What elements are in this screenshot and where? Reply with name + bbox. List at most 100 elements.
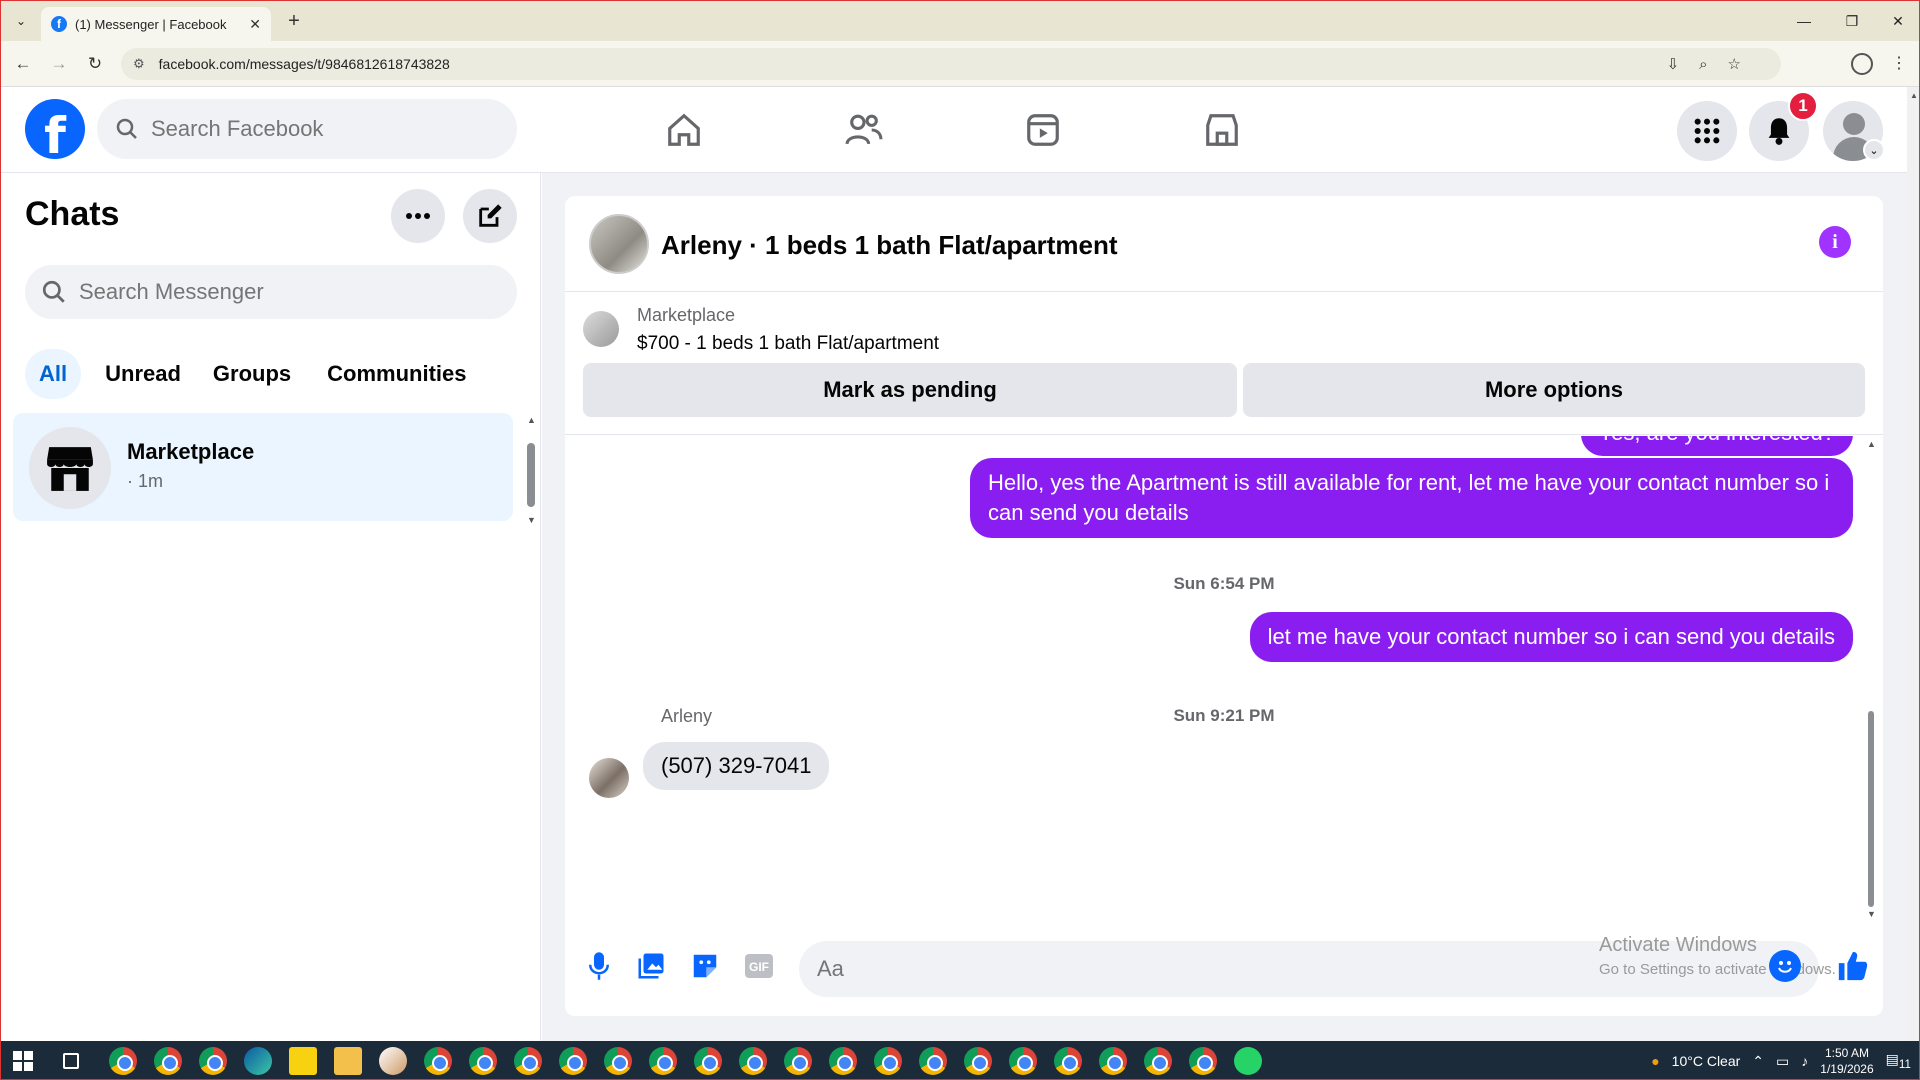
sticker-icon[interactable] xyxy=(687,948,723,984)
url-field[interactable]: ⚙ facebook.com/messages/t/98468126187438… xyxy=(121,48,1781,80)
more-options-button[interactable]: More options xyxy=(1243,363,1865,417)
new-message-button[interactable] xyxy=(463,189,517,243)
more-icon xyxy=(406,213,430,219)
back-button[interactable]: ← xyxy=(11,52,35,76)
chrome-icon[interactable] xyxy=(1144,1047,1172,1075)
chrome-icon[interactable] xyxy=(1054,1047,1082,1075)
tab-bar: ⌄ f (1) Messenger | Facebook ✕ + — ❐ ✕ xyxy=(1,1,1919,41)
message-outgoing[interactable]: let me have your contact number so i can… xyxy=(1249,612,1853,662)
windows-start-icon[interactable] xyxy=(13,1051,33,1071)
message-scrollbar[interactable]: ▲ ▼ xyxy=(1865,439,1877,921)
menu-grid-button[interactable] xyxy=(1677,101,1737,161)
chrome-icon[interactable] xyxy=(559,1047,587,1075)
conversation-title[interactable]: Arleny · 1 beds 1 bath Flat/apartment xyxy=(661,230,1118,261)
new-tab-button[interactable]: + xyxy=(283,10,305,32)
filter-communities[interactable]: Communities xyxy=(319,349,474,399)
forward-button[interactable]: → xyxy=(47,52,71,76)
chrome-icon[interactable] xyxy=(424,1047,452,1075)
browser-profile-icon[interactable] xyxy=(1851,53,1873,75)
facebook-search-input[interactable] xyxy=(151,116,471,142)
chrome-icon[interactable] xyxy=(694,1047,722,1075)
messenger-search-input[interactable] xyxy=(79,279,479,305)
whatsapp-icon[interactable] xyxy=(1234,1047,1262,1075)
network-icon[interactable]: ▭ xyxy=(1776,1053,1789,1070)
chrome-icon[interactable] xyxy=(1189,1047,1217,1075)
chrome-icon[interactable] xyxy=(514,1047,542,1075)
message-input[interactable] xyxy=(817,956,1517,982)
thumbs-up-icon[interactable] xyxy=(1833,946,1873,986)
zoom-icon[interactable]: ⌕ xyxy=(1699,56,1707,73)
chrome-icon[interactable] xyxy=(469,1047,497,1075)
mark-as-pending-button[interactable]: Mark as pending xyxy=(583,363,1237,417)
chevron-down-icon[interactable]: ⌄ xyxy=(1863,139,1885,161)
page-scrollbar[interactable]: ▲ xyxy=(1907,87,1919,1041)
facebook-favicon-icon: f xyxy=(51,16,67,32)
home-nav-icon[interactable] xyxy=(659,105,709,155)
restore-button[interactable]: ❐ xyxy=(1829,1,1875,41)
message-incoming[interactable]: (507) 329-7041 xyxy=(643,742,830,790)
file-explorer-icon[interactable] xyxy=(334,1047,362,1075)
message-outgoing[interactable]: Yes, are you interested? xyxy=(1580,436,1853,456)
listing-title[interactable]: $700 - 1 beds 1 bath Flat/apartment xyxy=(637,333,939,355)
paint-icon[interactable] xyxy=(379,1047,407,1075)
sticky-notes-icon[interactable] xyxy=(289,1047,317,1075)
weather-icon[interactable]: ● xyxy=(1651,1053,1659,1069)
chat-list-item[interactable]: Marketplace · 1m xyxy=(13,413,513,521)
info-icon[interactable]: i xyxy=(1819,226,1851,258)
tab-search-button[interactable]: ⌄ xyxy=(9,9,33,33)
browser-menu-icon[interactable]: ⋮ xyxy=(1891,53,1907,73)
chrome-icon[interactable] xyxy=(1009,1047,1037,1075)
bookmark-star-icon[interactable]: ☆ xyxy=(1728,55,1741,73)
reload-button[interactable]: ↻ xyxy=(83,52,107,76)
chevron-up-icon[interactable]: ⌃ xyxy=(1752,1053,1764,1070)
video-nav-icon[interactable] xyxy=(1018,105,1068,155)
chrome-icon[interactable] xyxy=(109,1047,137,1075)
chrome-icon[interactable] xyxy=(199,1047,227,1075)
close-tab-icon[interactable]: ✕ xyxy=(249,16,261,33)
messenger-search[interactable] xyxy=(25,265,517,319)
chrome-icon[interactable] xyxy=(739,1047,767,1075)
store-icon xyxy=(47,447,93,491)
chat-options-button[interactable] xyxy=(391,189,445,243)
friends-nav-icon[interactable] xyxy=(839,105,889,155)
task-view-icon[interactable] xyxy=(63,1053,79,1069)
browser-tab[interactable]: f (1) Messenger | Facebook ✕ xyxy=(41,7,271,41)
message-timestamp: Sun 9:21 PM xyxy=(1173,706,1275,725)
chrome-icon[interactable] xyxy=(649,1047,677,1075)
weather-text[interactable]: 10°C Clear xyxy=(1672,1053,1741,1069)
microphone-icon[interactable] xyxy=(581,948,617,984)
chrome-icon[interactable] xyxy=(919,1047,947,1075)
facebook-logo-icon[interactable]: f xyxy=(25,99,85,159)
close-window-button[interactable]: ✕ xyxy=(1875,1,1919,41)
grid-icon xyxy=(1694,118,1720,144)
minimize-button[interactable]: — xyxy=(1781,1,1827,41)
chats-sidebar: Chats All Unread Groups Communities Mark… xyxy=(1,173,541,1041)
chrome-icon[interactable] xyxy=(829,1047,857,1075)
chrome-icon[interactable] xyxy=(1099,1047,1127,1075)
marketplace-nav-icon[interactable] xyxy=(1197,105,1247,155)
chat-list-scrollbar[interactable]: ▲ ▼ xyxy=(527,415,536,525)
filter-groups[interactable]: Groups xyxy=(205,349,299,399)
emoji-icon[interactable] xyxy=(1769,950,1801,982)
filter-unread[interactable]: Unread xyxy=(101,349,185,399)
search-icon xyxy=(42,280,65,303)
edge-icon[interactable] xyxy=(244,1047,272,1075)
chrome-icon[interactable] xyxy=(784,1047,812,1075)
chrome-icon[interactable] xyxy=(154,1047,182,1075)
chrome-icon[interactable] xyxy=(604,1047,632,1075)
chrome-icon[interactable] xyxy=(874,1047,902,1075)
filter-all[interactable]: All xyxy=(25,349,82,399)
gif-icon[interactable]: GIF xyxy=(741,948,777,984)
listing-thumbnail[interactable] xyxy=(583,311,619,347)
message-outgoing[interactable]: Hello, yes the Apartment is still availa… xyxy=(970,458,1853,538)
photo-icon[interactable] xyxy=(633,948,669,984)
chrome-icon[interactable] xyxy=(964,1047,992,1075)
install-app-icon[interactable]: ⇩ xyxy=(1667,55,1680,73)
site-info-icon[interactable]: ⚙ xyxy=(133,56,145,72)
sender-avatar[interactable] xyxy=(589,758,629,798)
notification-center-icon[interactable]: ▤11 xyxy=(1886,1051,1911,1071)
conversation-avatar[interactable] xyxy=(589,214,649,274)
taskbar-clock[interactable]: 1:50 AM 1/19/2026 xyxy=(1820,1045,1873,1077)
volume-icon[interactable]: ♪ xyxy=(1801,1053,1808,1069)
facebook-search[interactable] xyxy=(97,99,517,159)
